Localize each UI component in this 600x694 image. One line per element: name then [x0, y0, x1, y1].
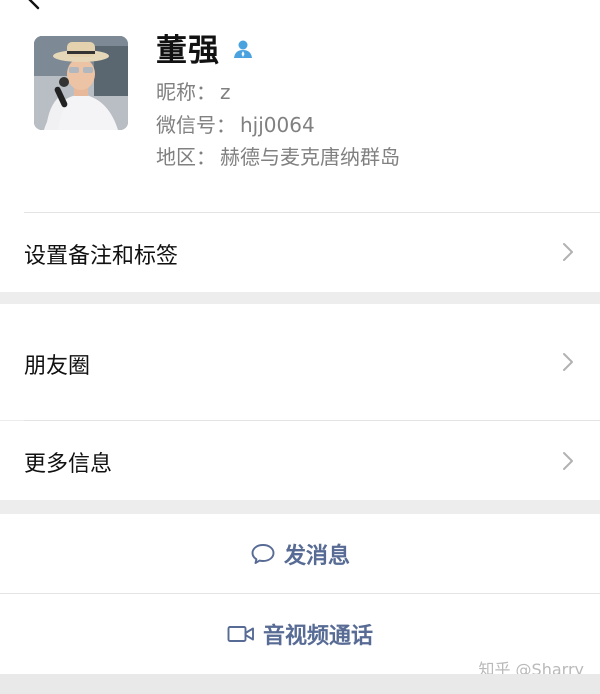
more-info-row[interactable]: 更多信息: [0, 421, 600, 500]
chevron-right-icon: [563, 243, 573, 261]
remark-tags-label: 设置备注和标签: [24, 244, 179, 269]
video-camera-icon: [227, 626, 254, 642]
wechat-id-line: 微信号： hjj0064: [156, 109, 315, 138]
region-label: 地区：: [156, 145, 216, 169]
remark-tags-row[interactable]: 设置备注和标签: [0, 213, 600, 291]
bottom-background: [0, 674, 600, 694]
more-info-label: 更多信息: [24, 452, 113, 477]
chat-bubble-icon: [251, 543, 275, 564]
profile-name-row: 董强: [156, 26, 254, 69]
voice-video-call-label: 音视频通话: [262, 624, 373, 649]
send-message-button[interactable]: 发消息: [0, 514, 600, 593]
nickname-value: z: [220, 80, 231, 104]
chevron-right-icon: [563, 452, 573, 470]
chevron-right-icon: [563, 353, 573, 371]
avatar-photo: [34, 36, 128, 130]
back-arrow-icon[interactable]: [22, 0, 44, 10]
nickname-label: 昵称：: [156, 80, 216, 104]
avatar[interactable]: [34, 36, 128, 130]
moments-row[interactable]: 朋友圈: [0, 304, 600, 420]
profile-name: 董强: [156, 32, 220, 69]
nickname-line: 昵称： z: [156, 76, 231, 105]
wechat-id-label: 微信号：: [156, 113, 236, 137]
moments-label: 朋友圈: [24, 354, 91, 379]
send-message-label: 发消息: [283, 543, 350, 569]
wechat-id-value: hjj0064: [240, 113, 315, 137]
region-line: 地区： 赫德与麦克唐纳群岛: [156, 141, 400, 170]
region-value: 赫德与麦克唐纳群岛: [220, 145, 400, 169]
male-user-icon: [234, 40, 252, 58]
